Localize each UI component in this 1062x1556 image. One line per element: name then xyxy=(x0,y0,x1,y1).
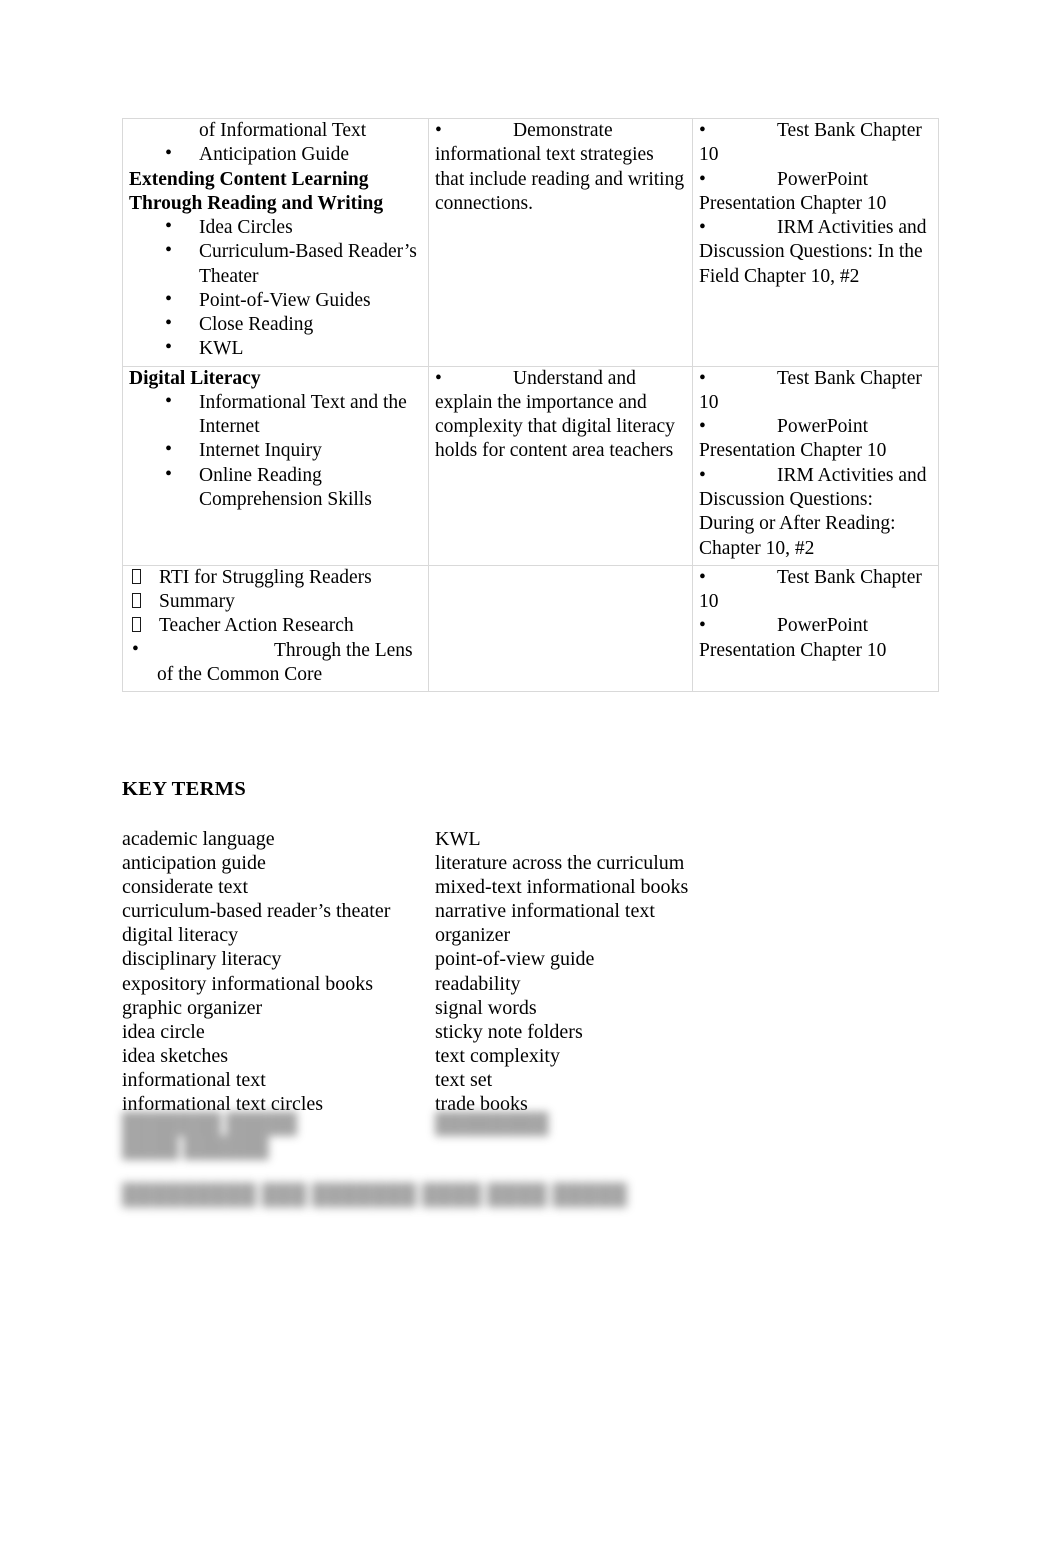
table-row: of Informational Text Anticipation Guide… xyxy=(122,118,939,367)
list-item: • Through the Lens of the Common Core xyxy=(129,639,422,688)
list-item: RTI for Struggling Readers xyxy=(129,566,422,590)
key-term: disciplinary literacy xyxy=(122,948,282,971)
list-item-text: Through the Lens of the Common Core xyxy=(157,639,413,685)
key-term: anticipation guide xyxy=(122,852,266,875)
list-item: PowerPoint Presentation Chapter 10 xyxy=(699,415,932,464)
list-item: Test Bank Chapter 10 xyxy=(699,367,932,416)
row3-resource-list: Test Bank Chapter 10 PowerPoint Presenta… xyxy=(699,566,932,663)
obscured-line: ████ ██████ xyxy=(122,1137,269,1160)
list-item: Demonstrate informational text strategie… xyxy=(435,119,686,216)
row1-topic-list: Idea Circles Curriculum-Based Reader’s T… xyxy=(129,214,422,362)
key-term: narrative informational text xyxy=(435,900,655,923)
missing-glyph-box-icon xyxy=(132,568,141,584)
list-item-text: IRM Activities and Discussion Questions:… xyxy=(699,464,932,561)
list-item: Informational Text and the Internet xyxy=(129,389,422,440)
key-term: readability xyxy=(435,972,521,995)
row3-column-c: Test Bank Chapter 10 PowerPoint Presenta… xyxy=(692,564,939,693)
list-item: Anticipation Guide xyxy=(129,141,422,167)
row1-resource-list: Test Bank Chapter 10 PowerPoint Presenta… xyxy=(699,119,932,289)
list-item: PowerPoint Presentation Chapter 10 xyxy=(699,168,932,217)
list-item: IRM Activities and Discussion Questions:… xyxy=(699,464,932,561)
list-item: Teacher Action Research xyxy=(129,614,422,638)
obscured-text-right: ████████ xyxy=(435,1112,735,1136)
key-term: idea circle xyxy=(122,1020,205,1043)
list-item: Idea Circles xyxy=(129,214,422,240)
row2-topic-list: Informational Text and the Internet Inte… xyxy=(129,389,422,513)
list-item-text: Test Bank Chapter 10 xyxy=(699,367,932,416)
row1-heading: Extending Content Learning Through Readi… xyxy=(129,168,384,214)
row1-column-c: Test Bank Chapter 10 PowerPoint Presenta… xyxy=(692,118,939,367)
list-item: Curriculum-Based Reader’s Theater xyxy=(129,238,422,289)
row2-heading: Digital Literacy xyxy=(129,367,261,389)
list-item-text: Test Bank Chapter 10 xyxy=(699,566,932,615)
row2-column-b: Understand and explain the importance an… xyxy=(428,365,693,566)
row1-objective-list: Demonstrate informational text strategie… xyxy=(435,119,686,216)
row2-resource-list: Test Bank Chapter 10 PowerPoint Presenta… xyxy=(699,367,932,561)
list-item-text: RTI for Struggling Readers xyxy=(159,566,372,588)
list-item-text: Test Bank Chapter 10 xyxy=(699,119,932,168)
key-term: KWL xyxy=(435,828,481,850)
list-item-text: PowerPoint Presentation Chapter 10 xyxy=(699,168,932,217)
key-term: sticky note folders xyxy=(435,1020,583,1043)
key-term: point-of-view guide xyxy=(435,948,595,971)
row2-column-c: Test Bank Chapter 10 PowerPoint Presenta… xyxy=(692,365,939,566)
table-row: Digital Literacy Informational Text and … xyxy=(122,365,939,566)
obscured-text-left: ███████ █████ ████ ██████ xyxy=(122,1112,422,1160)
list-item-text: PowerPoint Presentation Chapter 10 xyxy=(699,614,932,663)
list-item-text: Summary xyxy=(159,591,235,613)
list-item: Summary xyxy=(129,590,422,614)
list-item: Test Bank Chapter 10 xyxy=(699,119,932,168)
key-terms-left-column: academic language anticipation guide con… xyxy=(122,827,432,1116)
row3-column-b xyxy=(428,564,693,693)
list-item: PowerPoint Presentation Chapter 10 xyxy=(699,614,932,663)
key-term: informational text xyxy=(122,1068,266,1091)
missing-glyph-box-icon xyxy=(132,617,141,633)
key-term: expository informational books xyxy=(122,972,374,995)
course-planning-table: of Informational Text Anticipation Guide… xyxy=(122,118,939,693)
list-item-text: PowerPoint Presentation Chapter 10 xyxy=(699,415,932,464)
list-item: KWL xyxy=(129,335,422,361)
obscured-line: ████████ xyxy=(435,1113,549,1135)
key-terms-heading: KEY TERMS xyxy=(122,778,247,800)
list-item: Close Reading xyxy=(129,311,422,337)
list-item: Test Bank Chapter 10 xyxy=(699,566,932,615)
list-item-text: Teacher Action Research xyxy=(159,615,354,637)
obscured-line: ███████ █████ xyxy=(122,1113,298,1135)
list-item: Online Reading Comprehension Skills xyxy=(129,462,422,513)
key-term: text complexity xyxy=(435,1044,560,1067)
key-term: signal words xyxy=(435,996,537,1019)
key-term: mixed-text informational books xyxy=(435,876,689,899)
list-item: Point-of-View Guides xyxy=(129,287,422,313)
list-item-text: IRM Activities and Discussion Questions:… xyxy=(699,216,932,289)
list-item-text: Demonstrate informational text strategie… xyxy=(435,119,686,216)
key-term: considerate text xyxy=(122,876,249,899)
missing-glyph-box-icon xyxy=(132,593,141,609)
key-terms-right-column: KWL literature across the curriculum mix… xyxy=(435,827,765,1116)
key-term: graphic organizer xyxy=(122,996,263,1019)
key-term: text set xyxy=(435,1068,493,1091)
orphan-bullet-list: Anticipation Guide xyxy=(129,141,422,167)
row3-column-a: RTI for Struggling Readers Summary Teach… xyxy=(122,564,429,693)
list-item-text: Understand and explain the importance an… xyxy=(435,367,686,464)
row1-column-a: of Informational Text Anticipation Guide… xyxy=(122,118,429,367)
bullet-dot-icon: • xyxy=(132,638,139,660)
key-term: curriculum-based reader’s theater xyxy=(122,900,391,923)
key-term: digital literacy xyxy=(122,924,239,947)
list-item: Internet Inquiry xyxy=(129,437,422,463)
row3-topic-list: RTI for Struggling Readers Summary Teach… xyxy=(129,566,422,639)
row2-objective-list: Understand and explain the importance an… xyxy=(435,367,686,464)
key-term: academic language xyxy=(122,828,275,850)
list-item: IRM Activities and Discussion Questions:… xyxy=(699,216,932,289)
row1-column-b: Demonstrate informational text strategie… xyxy=(428,118,693,367)
row3-empty-cell xyxy=(435,566,686,590)
document-page: of Informational Text Anticipation Guide… xyxy=(0,0,1062,1556)
table-row: RTI for Struggling Readers Summary Teach… xyxy=(122,564,939,693)
key-term: idea sketches xyxy=(122,1044,229,1067)
key-term: organizer xyxy=(435,924,511,947)
obscured-heading: █████████ ███ ███████ ████ ████ █████ xyxy=(122,1184,628,1206)
key-term: literature across the curriculum xyxy=(435,852,685,875)
list-item: Understand and explain the importance an… xyxy=(435,367,686,464)
orphan-continuation-line: of Informational Text xyxy=(199,120,367,141)
row2-column-a: Digital Literacy Informational Text and … xyxy=(122,365,429,566)
